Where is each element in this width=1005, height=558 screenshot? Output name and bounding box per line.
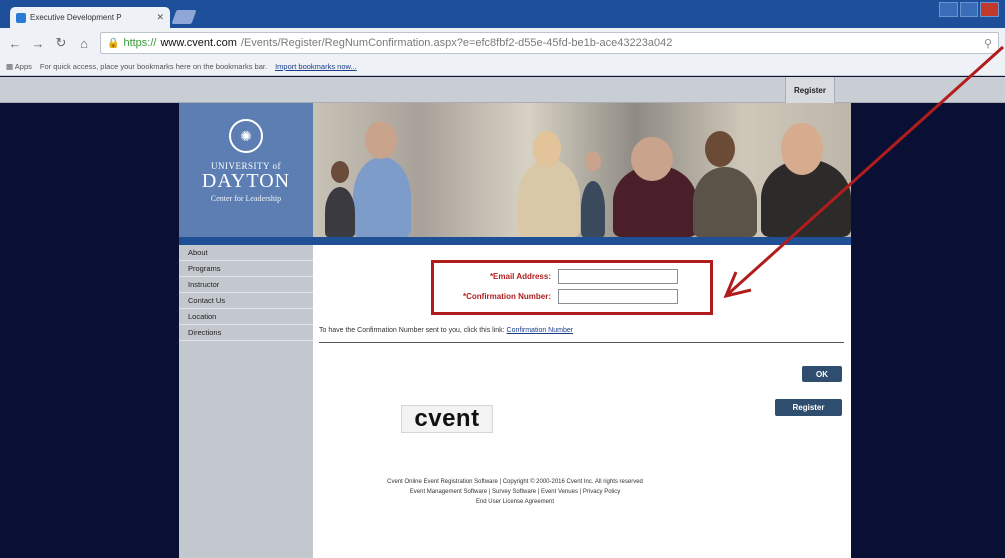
logo-subtitle: Center for Leadership bbox=[210, 194, 282, 203]
address-bar[interactable]: 🔒 https://www.cvent.com/Events/Register/… bbox=[100, 32, 999, 54]
university-seal-icon: ✺ bbox=[229, 119, 263, 153]
sidebar-item-contact-us[interactable]: Contact Us bbox=[179, 293, 313, 309]
apps-shortcut[interactable]: ▦ Apps bbox=[6, 62, 32, 71]
bookmarks-hint: For quick access, place your bookmarks h… bbox=[39, 62, 268, 71]
header-photo bbox=[313, 103, 851, 237]
import-bookmarks-link[interactable]: Import bookmarks now... bbox=[275, 62, 357, 71]
info-text: To have the Confirmation Number sent to … bbox=[319, 327, 505, 334]
lock-icon: 🔒 bbox=[107, 37, 120, 49]
register-button[interactable]: Register bbox=[775, 399, 842, 416]
confirmation-number-link[interactable]: Confirmation Number bbox=[507, 327, 574, 334]
back-arrow-icon[interactable]: ← bbox=[8, 36, 22, 51]
cvent-logo[interactable]: cvent bbox=[401, 405, 493, 433]
divider bbox=[319, 342, 844, 343]
home-icon[interactable]: ⌂ bbox=[77, 36, 91, 51]
window-close-button[interactable] bbox=[980, 2, 1000, 17]
top-strip bbox=[0, 77, 1005, 103]
maximize-button[interactable] bbox=[959, 2, 979, 17]
sidebar-item-programs[interactable]: Programs bbox=[179, 261, 313, 277]
url-path: /Events/Register/RegNumConfirmation.aspx… bbox=[240, 37, 673, 49]
search-icon[interactable]: ⚲ bbox=[984, 37, 992, 50]
sidebar-item-location[interactable]: Location bbox=[179, 309, 313, 325]
main-content: *Email Address: *Confirmation Number: To… bbox=[313, 245, 851, 558]
sidebar-item-about[interactable]: About bbox=[179, 245, 313, 261]
register-nav-link[interactable]: Register bbox=[785, 77, 835, 103]
new-tab-button[interactable] bbox=[171, 10, 197, 24]
reload-icon[interactable]: ↻ bbox=[54, 35, 68, 51]
banner-underline bbox=[179, 237, 851, 245]
confirmation-info: To have the Confirmation Number sent to … bbox=[319, 327, 573, 334]
sidebar-item-instructor[interactable]: Instructor bbox=[179, 277, 313, 293]
sidebar-nav: About Programs Instructor Contact Us Loc… bbox=[179, 245, 313, 558]
form-highlight-box bbox=[431, 260, 713, 315]
dayton-logo[interactable]: ✺ UNIVERSITY of DAYTON Center for Leader… bbox=[179, 103, 313, 237]
browser-tab[interactable]: Executive Development P ✕ bbox=[10, 7, 170, 28]
footer-line-3[interactable]: End User License Agreement bbox=[179, 499, 851, 505]
minimize-button[interactable] bbox=[939, 2, 958, 17]
bookmarks-bar: ▦ Apps For quick access, place your book… bbox=[0, 58, 1005, 76]
browser-toolbar: ← → ↻ ⌂ 🔒 https://www.cvent.com/Events/R… bbox=[0, 28, 1005, 58]
tab-title: Executive Development P bbox=[30, 13, 122, 22]
window-controls bbox=[939, 2, 1000, 17]
footer-line-2[interactable]: Event Management Software | Survey Softw… bbox=[179, 489, 851, 495]
ok-button[interactable]: OK bbox=[802, 366, 842, 382]
header-banner: ✺ UNIVERSITY of DAYTON Center for Leader… bbox=[179, 103, 851, 237]
url-domain: www.cvent.com bbox=[160, 37, 237, 49]
page-container: ✺ UNIVERSITY of DAYTON Center for Leader… bbox=[179, 103, 851, 558]
cvent-favicon-icon bbox=[16, 12, 26, 23]
forward-arrow-icon[interactable]: → bbox=[31, 36, 45, 51]
logo-name: DAYTON bbox=[201, 170, 291, 192]
tab-close-icon[interactable]: ✕ bbox=[156, 12, 164, 23]
sidebar-item-directions[interactable]: Directions bbox=[179, 325, 313, 341]
window-titlebar: Executive Development P ✕ bbox=[0, 0, 1005, 28]
url-scheme: https:// bbox=[123, 37, 157, 49]
footer-line-1[interactable]: Cvent Online Event Registration Software… bbox=[179, 479, 851, 485]
